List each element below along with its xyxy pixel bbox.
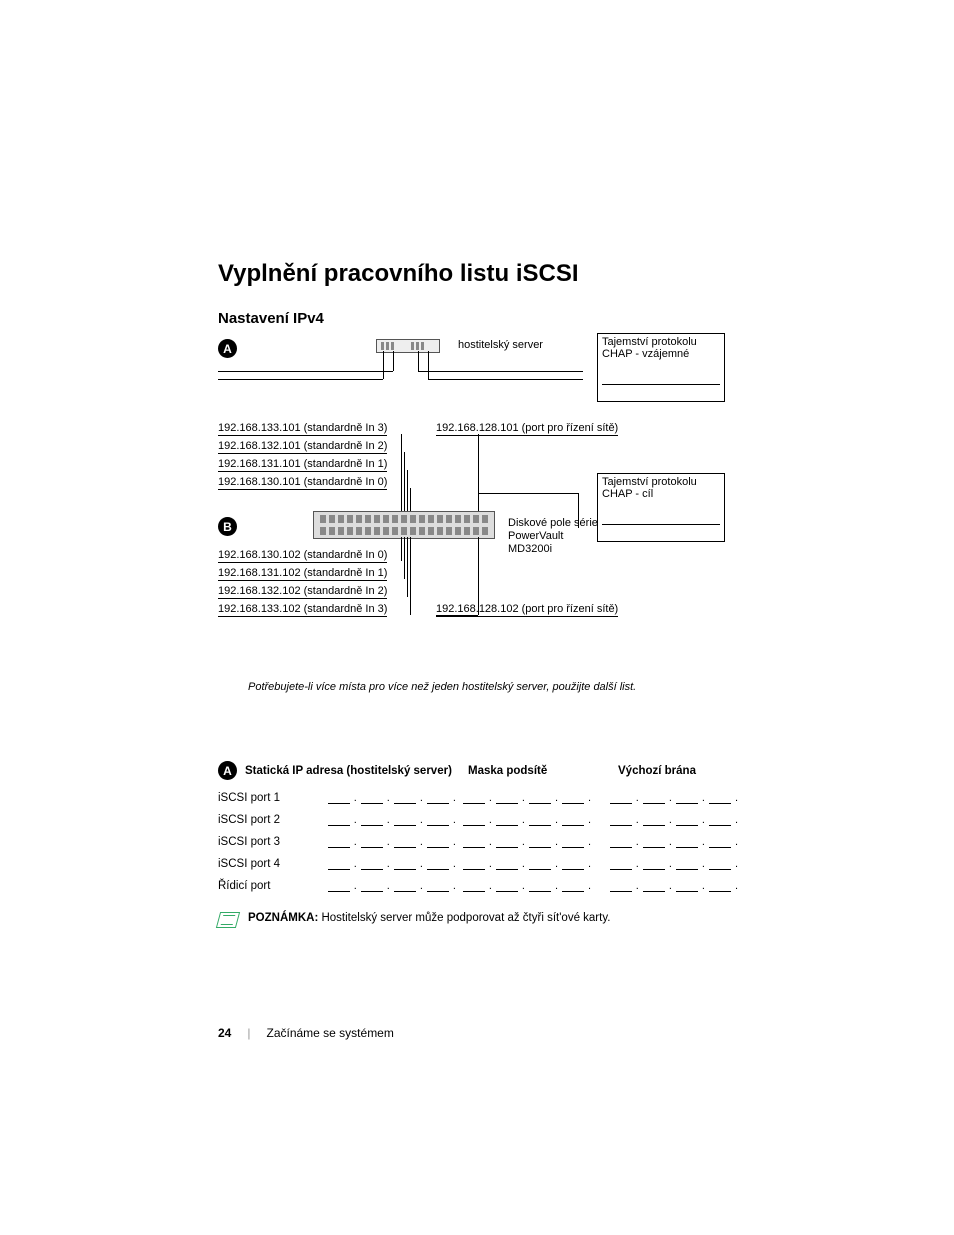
section-heading: Nastavení IPv4 <box>218 310 738 327</box>
ip-field[interactable]: .... <box>328 836 463 848</box>
topology-diagram: A hostitelský server Tajemství protokolu… <box>218 333 738 623</box>
table-marker-a: A <box>218 761 237 780</box>
table-row: Řídicí port .... .... .... <box>218 880 738 892</box>
table-header-static-ip: Statická IP adresa (hostitelský server) <box>245 765 452 777</box>
mgmt-b-label: 192.168.128.102 (port pro řízení sítě) <box>436 603 618 617</box>
subnet-field[interactable]: .... <box>463 814 610 826</box>
table-row: iSCSI port 1 .... .... .... <box>218 792 738 804</box>
b-ip-2: 192.168.132.102 (standardně In 2) <box>218 585 387 599</box>
table-header-subnet: Maska podsítě <box>468 765 618 777</box>
row-label: iSCSI port 1 <box>218 792 328 804</box>
table-row: iSCSI port 4 .... .... .... <box>218 858 738 870</box>
server-icon <box>376 339 440 353</box>
b-ip-0: 192.168.130.102 (standardně In 0) <box>218 549 387 563</box>
gateway-field[interactable]: .... <box>610 880 738 892</box>
note-label: POZNÁMKA: <box>248 912 318 924</box>
page-footer: 24 | Začínáme se systémem <box>218 1026 394 1040</box>
ip-field[interactable]: .... <box>328 792 463 804</box>
b-ip-1: 192.168.131.102 (standardně In 1) <box>218 567 387 581</box>
subnet-field[interactable]: .... <box>463 792 610 804</box>
storage-array-icon <box>313 511 495 539</box>
chap-target-box: Tajemství protokolu CHAP - cíl <box>597 473 725 542</box>
gateway-field[interactable]: .... <box>610 792 738 804</box>
chap-mutual-box: Tajemství protokolu CHAP - vzájemné <box>597 333 725 402</box>
a-ip-0: 192.168.133.101 (standardně In 3) <box>218 422 387 436</box>
row-label: iSCSI port 4 <box>218 858 328 870</box>
table-row: iSCSI port 2 .... .... .... <box>218 814 738 826</box>
table-header-gateway: Výchozí brána <box>618 765 738 777</box>
gateway-field[interactable]: .... <box>610 814 738 826</box>
marker-a: A <box>218 339 237 358</box>
host-server-label: hostitelský server <box>458 339 543 351</box>
subnet-field[interactable]: .... <box>463 880 610 892</box>
row-label: iSCSI port 2 <box>218 814 328 826</box>
footer-divider: | <box>247 1026 250 1040</box>
footnote-italic: Potřebujete-li více místa pro více než j… <box>248 681 738 693</box>
subnet-field[interactable]: .... <box>463 858 610 870</box>
array-label-1: Diskové pole série <box>508 517 598 529</box>
a-ip-1: 192.168.132.101 (standardně In 2) <box>218 440 387 454</box>
gateway-field[interactable]: .... <box>610 858 738 870</box>
table-row: iSCSI port 3 .... .... .... <box>218 836 738 848</box>
ip-worksheet-table: A Statická IP adresa (hostitelský server… <box>218 761 738 892</box>
note-box: POZNÁMKA: Hostitelský server může podpor… <box>218 912 738 928</box>
ip-field[interactable]: .... <box>328 880 463 892</box>
page-number: 24 <box>218 1026 231 1040</box>
gateway-field[interactable]: .... <box>610 836 738 848</box>
note-icon <box>216 912 240 928</box>
chap-target-title: Tajemství protokolu CHAP - cíl <box>602 476 697 500</box>
marker-b: B <box>218 517 237 536</box>
ip-field[interactable]: .... <box>328 814 463 826</box>
row-label: iSCSI port 3 <box>218 836 328 848</box>
ip-field[interactable]: .... <box>328 858 463 870</box>
a-ip-2: 192.168.131.101 (standardně In 1) <box>218 458 387 472</box>
chap-mutual-title: Tajemství protokolu CHAP - vzájemné <box>602 336 697 360</box>
b-ip-3: 192.168.133.102 (standardně In 3) <box>218 603 387 617</box>
array-label-2: PowerVault <box>508 530 563 542</box>
row-label: Řídicí port <box>218 880 328 892</box>
subnet-field[interactable]: .... <box>463 836 610 848</box>
a-ip-3: 192.168.130.101 (standardně In 0) <box>218 476 387 490</box>
mgmt-a-label: 192.168.128.101 (port pro řízení sítě) <box>436 422 618 436</box>
array-label-3: MD3200i <box>508 543 552 555</box>
note-text: Hostitelský server může podporovat až čt… <box>318 912 610 924</box>
chapter-name: Začínáme se systémem <box>266 1026 393 1040</box>
page-title: Vyplnění pracovního listu iSCSI <box>218 260 738 288</box>
